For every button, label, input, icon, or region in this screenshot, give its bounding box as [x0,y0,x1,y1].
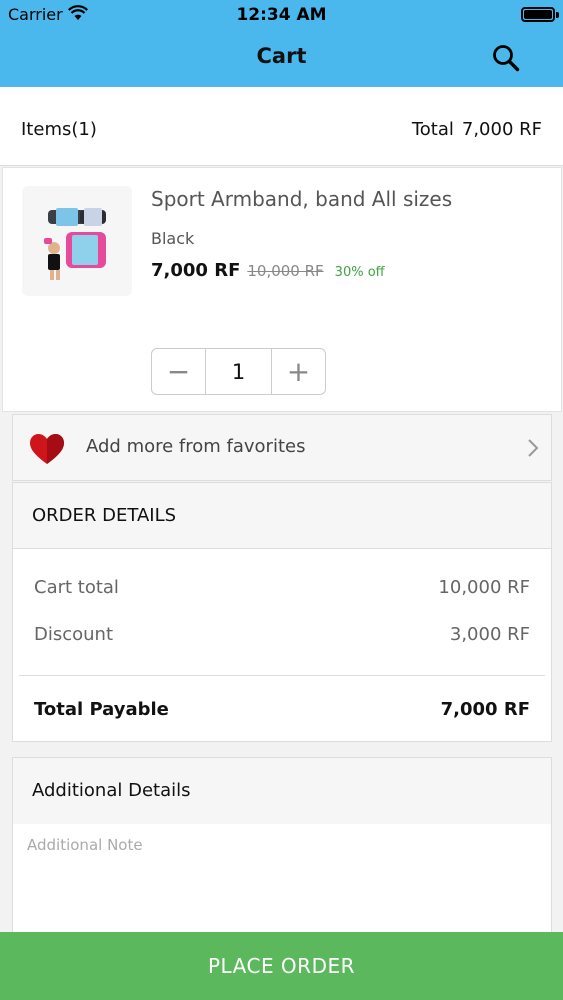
original-price: 10,000 RF [247,262,324,280]
price-row: 7,000 RF 10,000 RF 30% off [151,260,385,281]
total-payable-value: 7,000 RF [440,699,530,720]
heart-icon [29,433,65,465]
place-order-button[interactable]: PLACE ORDER [0,932,563,1000]
add-from-favorites-row[interactable]: Add more from favorites [12,414,552,481]
total-payable-label: Total Payable [34,699,169,720]
quantity-value: 1 [205,349,272,394]
cart-total-value: 10,000 RF [438,577,530,598]
order-details-header: ORDER DETAILS [13,483,551,549]
divider [19,675,545,676]
battery-icon [521,7,555,22]
items-count: Items(1) [21,119,97,140]
search-icon[interactable] [491,43,521,73]
navigation-bar: Cart [0,30,563,87]
order-details-card: ORDER DETAILS Cart total 10,000 RF Disco… [12,482,552,742]
total-value: 7,000 RF [461,119,542,140]
product-image[interactable] [22,186,132,296]
product-variant: Black [151,229,195,248]
cart-total-row: Cart total 10,000 RF [34,577,530,598]
chevron-right-icon [526,437,540,459]
discount-label: Discount [34,624,114,645]
discount-row: Discount 3,000 RF [34,624,530,645]
status-bar: Carrier 12:34 AM [0,0,563,30]
page-title: Cart [256,44,307,68]
favorites-label: Add more from favorites [86,436,306,457]
discount-value: 3,000 RF [449,624,530,645]
additional-details-card: Additional Details [12,757,552,957]
cart-total: Total 7,000 RF [412,119,542,140]
additional-details-title: Additional Details [32,780,191,801]
discount-badge: 30% off [334,265,385,280]
cart-summary: Items(1) Total 7,000 RF [0,87,563,166]
product-price: 7,000 RF [151,260,241,281]
cart-total-label: Cart total [34,577,119,598]
quantity-stepper: − 1 + [151,348,326,395]
additional-note-input[interactable] [27,836,537,936]
product-name[interactable]: Sport Armband, band All sizes [151,187,452,211]
decrease-quantity-button[interactable]: − [152,349,205,394]
increase-quantity-button[interactable]: + [272,349,325,394]
battery-tip [556,12,559,18]
clock: 12:34 AM [236,5,327,25]
total-label: Total [411,119,454,140]
additional-details-header: Additional Details [13,758,551,824]
order-details-title: ORDER DETAILS [32,505,177,526]
total-payable-row: Total Payable 7,000 RF [34,699,530,720]
cart-item: Sport Armband, band All sizes Black 7,00… [2,167,562,412]
